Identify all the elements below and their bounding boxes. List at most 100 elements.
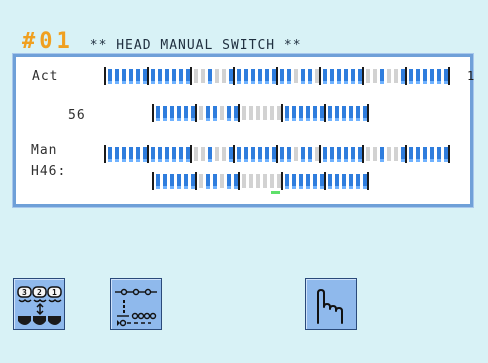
selection-cursor — [271, 191, 280, 194]
needle-indicator — [349, 174, 353, 189]
needle-indicator — [366, 69, 370, 83]
needle-indicator — [242, 174, 246, 188]
needle-indicator — [387, 147, 391, 161]
needle-indicator — [373, 147, 377, 161]
needle-indicator — [337, 69, 341, 84]
needle-group — [319, 67, 362, 85]
needle-group — [147, 145, 190, 163]
needle-indicator — [301, 147, 305, 162]
needle-indicator — [184, 174, 188, 189]
group-divider — [362, 67, 364, 85]
needle-indicator — [344, 69, 348, 84]
needle-indicator — [342, 174, 346, 189]
needle-indicator — [416, 147, 420, 162]
needle-indicator — [330, 69, 334, 84]
svg-text:2: 2 — [37, 288, 42, 297]
needle-indicator — [285, 174, 289, 189]
needle-indicator — [194, 69, 198, 83]
needle-indicator — [122, 147, 126, 162]
group-divider — [195, 104, 197, 122]
needle-indicator — [158, 69, 162, 84]
needle-indicator — [328, 174, 332, 189]
needle-indicator — [409, 147, 413, 162]
needle-indicator — [163, 106, 167, 121]
man-head-label: H46: — [31, 164, 67, 179]
needle-group — [362, 67, 405, 85]
needle-group — [238, 104, 281, 122]
needle-group — [152, 104, 195, 122]
svg-text:1: 1 — [52, 288, 57, 297]
needle-indicator — [287, 69, 291, 84]
needle-group — [276, 67, 319, 85]
needle-indicator — [227, 174, 231, 189]
needle-indicator — [129, 147, 133, 162]
needle-indicator — [208, 69, 212, 84]
needle-indicator — [263, 174, 267, 188]
group-divider — [405, 145, 407, 163]
needle-indicator — [151, 147, 155, 162]
hand-icon — [317, 289, 343, 324]
needle-pattern-button[interactable] — [110, 278, 162, 330]
needle-indicator — [206, 106, 210, 121]
needle-indicator — [356, 174, 360, 189]
needle-group — [104, 145, 147, 163]
needle-indicator — [199, 106, 203, 120]
needle-indicator — [256, 174, 260, 188]
needle-indicator — [270, 174, 274, 188]
needle-indicator — [280, 147, 284, 162]
needle-indicator — [108, 69, 112, 84]
needle-indicator — [244, 147, 248, 162]
group-divider — [190, 67, 192, 85]
needle-group — [276, 145, 319, 163]
needle-indicator — [313, 174, 317, 189]
needle-indicator — [251, 147, 255, 162]
needle-indicator — [213, 174, 217, 189]
needle-indicator — [380, 147, 384, 162]
needle-indicator — [292, 106, 296, 121]
needle-indicator — [136, 147, 140, 162]
needle-indicator — [330, 147, 334, 162]
needle-indicator — [151, 69, 155, 84]
needle-indicator — [265, 147, 269, 162]
group-divider — [448, 145, 450, 163]
needle-indicator — [227, 106, 231, 121]
needle-indicator — [172, 69, 176, 84]
needle-indicator — [301, 69, 305, 84]
needle-indicator — [394, 147, 398, 161]
needle-group — [152, 172, 195, 190]
needle-group — [195, 172, 238, 190]
needle-indicator — [437, 147, 441, 162]
needle-indicator — [170, 174, 174, 189]
needle-group — [405, 145, 448, 163]
group-divider — [104, 145, 106, 163]
needle-indicator — [430, 69, 434, 84]
group-divider — [190, 145, 192, 163]
needle-indicator — [129, 69, 133, 84]
needle-indicator — [220, 106, 224, 120]
group-divider — [362, 145, 364, 163]
needle-indicator — [115, 69, 119, 84]
needle-indicator — [194, 147, 198, 161]
head-group-select-icon: 3 2 1 — [17, 286, 62, 325]
group-divider — [276, 145, 278, 163]
needle-group — [405, 67, 448, 85]
group-divider — [233, 145, 235, 163]
group-divider — [238, 104, 240, 122]
manual-hand-button[interactable] — [305, 278, 357, 330]
needle-indicator — [423, 147, 427, 162]
needle-group — [319, 145, 362, 163]
needle-group — [104, 67, 147, 85]
needle-group — [147, 67, 190, 85]
needle-indicator — [213, 106, 217, 121]
needle-indicator — [351, 147, 355, 162]
needle-indicator — [292, 174, 296, 189]
needle-indicator — [115, 147, 119, 162]
needle-group — [324, 104, 367, 122]
needle-indicator — [258, 147, 262, 162]
group-divider — [324, 172, 326, 190]
needle-indicator — [158, 147, 162, 162]
head-select-button[interactable]: 3 2 1 — [13, 278, 65, 330]
needle-indicator — [199, 174, 203, 188]
svg-text:3: 3 — [22, 288, 27, 297]
group-divider — [281, 104, 283, 122]
